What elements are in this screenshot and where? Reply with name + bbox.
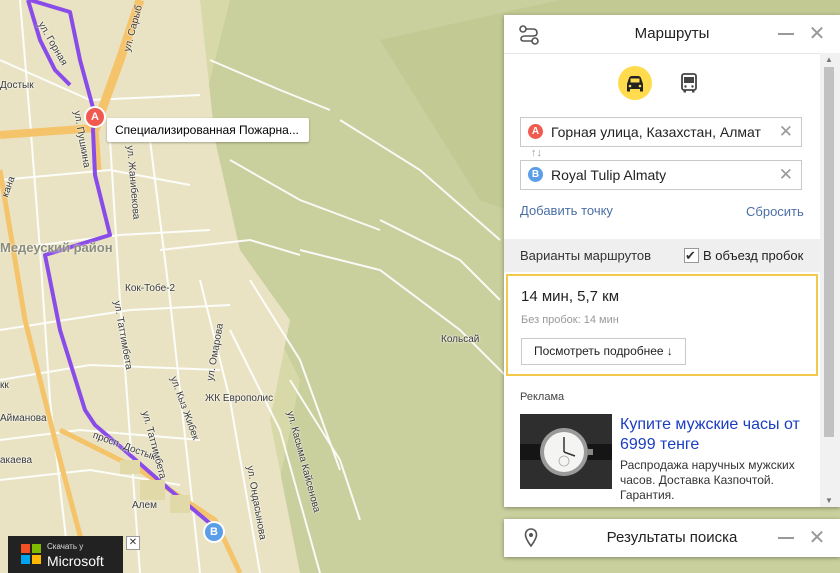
scroll-up-icon[interactable]: ▲ (825, 55, 833, 64)
clear-from-icon[interactable]: ✕ (779, 123, 793, 140)
routes-panel: Маршруты ✕ A Горная улица, Казахстан, Ал… (504, 15, 840, 507)
ad-label: Реклама (520, 391, 565, 403)
close-icon[interactable]: ✕ (807, 528, 827, 548)
bus-mode-button[interactable] (678, 71, 700, 95)
bus-icon (681, 73, 697, 93)
street-label: Достык (0, 80, 34, 91)
district-label: Медеуский район (0, 240, 113, 255)
route-from-field[interactable]: A Горная улица, Казахстан, Алмат ✕ (520, 117, 802, 147)
scroll-down-icon[interactable]: ▼ (825, 496, 833, 505)
routes-panel-header: Маршруты ✕ (504, 15, 840, 54)
route-from-value[interactable]: Горная улица, Казахстан, Алмат (551, 118, 769, 146)
ad-title-link[interactable]: Купите мужские часы от 6999 тенге (620, 415, 810, 455)
route-option-card[interactable]: 14 мин, 5,7 км Без пробок: 14 мин Посмот… (506, 274, 818, 376)
route-to-field[interactable]: B Royal Tulip Almaty ✕ (520, 160, 802, 190)
scrollbar-thumb[interactable] (824, 67, 834, 437)
ad-description: Распродажа наручных мужских часов. Доста… (620, 458, 795, 502)
to-marker-badge: B (528, 167, 543, 182)
watch-icon (520, 414, 612, 489)
search-results-panel: Результаты поиска ✕ (504, 519, 840, 557)
microsoft-logo-icon (21, 544, 41, 564)
route-point-b-marker[interactable]: B (205, 523, 223, 541)
microsoft-store-banner[interactable]: Скачать у Microsoft (8, 536, 123, 573)
close-icon[interactable]: ✕ (807, 24, 827, 44)
avoid-traffic-label[interactable]: В объезд пробок (703, 239, 803, 272)
street-label: акаева (0, 455, 33, 466)
place-label: ЖК Европолис (205, 393, 274, 404)
route-variants-label: Варианты маршрутов (520, 248, 652, 263)
ad-watch-image[interactable] (520, 414, 612, 489)
reset-link[interactable]: Сбросить (746, 204, 804, 219)
add-point-link[interactable]: Добавить точку (520, 203, 613, 218)
place-label: Алем (132, 500, 157, 511)
place-label: Кольсай (441, 334, 480, 345)
start-place-text: Специализированная Пожарна... (115, 123, 299, 137)
transport-mode-switch (504, 54, 840, 112)
ms-banner-big-text: Microsoft (47, 553, 104, 569)
route-no-traffic-time: Без пробок: 14 мин (521, 314, 619, 326)
from-marker-badge: A (528, 124, 543, 139)
start-place-label[interactable]: Специализированная Пожарна... (107, 118, 309, 142)
place-label: Кок-Тобе-2 (125, 283, 176, 294)
route-to-value[interactable]: Royal Tulip Almaty (551, 161, 769, 189)
route-point-a-marker[interactable]: A (86, 108, 104, 126)
car-icon (627, 76, 643, 92)
swap-points-icon[interactable]: ↑↓ (531, 147, 542, 159)
minimize-icon[interactable] (778, 33, 794, 35)
car-mode-button[interactable] (618, 66, 652, 100)
route-summary: 14 мин, 5,7 км (521, 288, 620, 305)
ms-banner-small-text: Скачать у (47, 542, 84, 551)
route-details-button[interactable]: Посмотреть подробнее ↓ (521, 338, 686, 365)
street-label: Айманова (0, 413, 47, 424)
panel-scrollbar[interactable]: ▲ ▼ (820, 53, 840, 507)
banner-close-icon[interactable]: ✕ (126, 536, 140, 550)
clear-to-icon[interactable]: ✕ (779, 166, 793, 183)
route-variants-bar: Варианты маршрутов ✔ В объезд пробок (504, 239, 820, 272)
minimize-icon[interactable] (778, 537, 794, 539)
avoid-traffic-checkbox[interactable]: ✔ (684, 248, 699, 263)
street-label: кк (0, 380, 9, 391)
